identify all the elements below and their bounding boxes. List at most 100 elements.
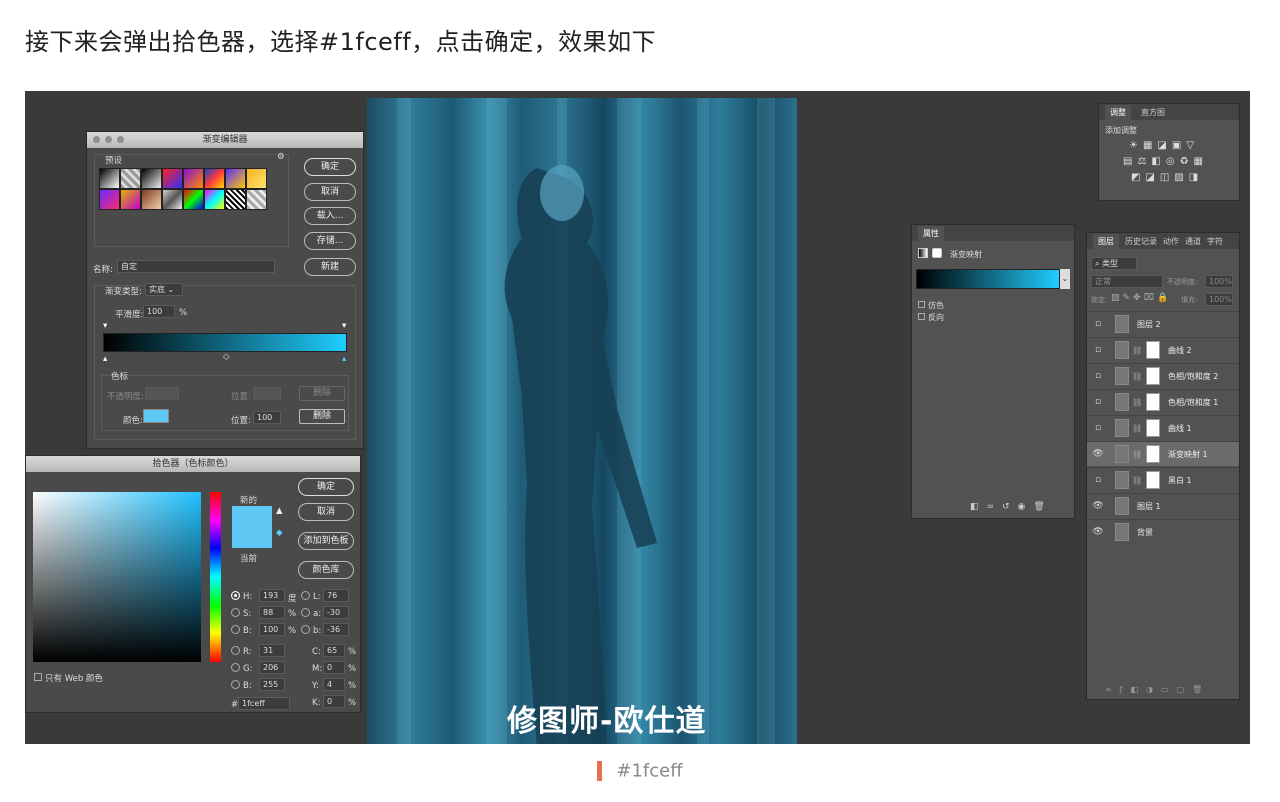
lab-b-field[interactable]: -36 <box>323 623 349 636</box>
link-icon[interactable]: ⛓ <box>1132 398 1140 407</box>
opacity-field[interactable]: 100% <box>1205 275 1233 288</box>
color-stop-right[interactable]: ▴ <box>342 354 346 364</box>
blue-field[interactable]: 255 <box>259 678 285 691</box>
c-field[interactable]: 65 <box>323 644 345 657</box>
picker-cancel-button[interactable]: 取消 <box>298 503 354 521</box>
lab-b-radio[interactable] <box>301 625 310 634</box>
hue-slider[interactable] <box>210 492 221 662</box>
layer-row[interactable]: ▫图层 2 <box>1087 311 1239 336</box>
mask-icon[interactable] <box>932 248 942 258</box>
window-controls[interactable] <box>93 136 124 143</box>
eye-hidden-icon[interactable]: ▫ <box>1087 319 1109 329</box>
color-libraries-button[interactable]: 颜色库 <box>298 561 354 579</box>
gradient-editor-titlebar[interactable]: 渐变编辑器 <box>87 132 363 148</box>
save-button[interactable]: 存储... <box>304 232 356 250</box>
hex-field[interactable]: 1fceff <box>238 697 290 710</box>
eye-icon[interactable]: 👁 <box>1087 449 1109 459</box>
link-icon[interactable]: ⛓ <box>1132 476 1140 485</box>
eye-icon[interactable]: 👁 <box>1087 501 1109 511</box>
l-field[interactable]: 76 <box>323 589 349 602</box>
blend-mode-select[interactable]: 正常 <box>1091 275 1163 288</box>
web-only-checkbox[interactable] <box>34 673 42 681</box>
s-radio[interactable] <box>231 608 240 617</box>
web-safe-icon[interactable]: ◆ <box>276 528 283 538</box>
gradient-map-picker[interactable] <box>916 269 1060 289</box>
dither-checkbox[interactable] <box>918 301 925 308</box>
r-radio[interactable] <box>231 646 240 655</box>
reverse-checkbox[interactable] <box>918 313 925 320</box>
y-field[interactable]: 4 <box>323 678 345 691</box>
g-field[interactable]: 206 <box>259 661 285 674</box>
link-icon[interactable]: ⛓ <box>1132 372 1140 381</box>
a-radio[interactable] <box>301 608 310 617</box>
layer-row[interactable]: ▫⛓黑白 1 <box>1087 467 1239 492</box>
link-icon[interactable]: ⛓ <box>1132 450 1140 459</box>
tab-history[interactable]: 历史记录 <box>1125 236 1157 247</box>
delete-color-stop-button[interactable]: 删除 <box>299 409 345 424</box>
smoothness-field[interactable]: 100 <box>143 305 175 318</box>
layer-mask-thumbnail[interactable] <box>1146 341 1160 359</box>
r-field[interactable]: 31 <box>259 644 285 657</box>
h-field[interactable]: 193 <box>259 589 285 602</box>
tab-layers[interactable]: 图层 <box>1093 234 1119 249</box>
tab-adjustments[interactable]: 调整 <box>1105 105 1131 120</box>
gear-icon[interactable]: ⚙ <box>277 152 285 162</box>
eye-hidden-icon[interactable]: ▫ <box>1087 371 1109 381</box>
load-button[interactable]: 载入... <box>304 207 356 225</box>
s-field[interactable]: 88 <box>259 606 285 619</box>
gradient-bar[interactable] <box>103 333 347 352</box>
eye-icon[interactable]: 👁 <box>1087 527 1109 537</box>
color-picker-titlebar[interactable]: 拾色器（色标颜色） <box>26 456 360 472</box>
b-field[interactable]: 100 <box>259 623 285 636</box>
l-radio[interactable] <box>301 591 310 600</box>
b-radio[interactable] <box>231 625 240 634</box>
k-field[interactable]: 0 <box>323 695 345 708</box>
link-icon[interactable]: ⛓ <box>1132 346 1140 355</box>
presets-grid[interactable] <box>99 168 267 214</box>
layer-row[interactable]: 👁背景 <box>1087 519 1239 544</box>
h-radio[interactable] <box>231 591 240 600</box>
eye-hidden-icon[interactable]: ▫ <box>1087 345 1109 355</box>
picker-ok-button[interactable]: 确定 <box>298 478 354 496</box>
tab-channels[interactable]: 通道 <box>1185 236 1201 247</box>
cancel-button[interactable]: 取消 <box>304 183 356 201</box>
a-field[interactable]: -30 <box>323 606 349 619</box>
opacity-stop-right[interactable]: ▾ <box>342 321 346 331</box>
type-select[interactable]: 实底 ⌄ <box>145 283 183 296</box>
fill-field[interactable]: 100% <box>1205 293 1233 306</box>
eye-hidden-icon[interactable]: ▫ <box>1087 397 1109 407</box>
opacity-stop-left[interactable]: ▾ <box>103 321 107 331</box>
add-to-swatches-button[interactable]: 添加到色板 <box>298 532 354 550</box>
stop-location-field[interactable]: 100 <box>253 411 281 424</box>
name-field[interactable]: 自定 <box>117 260 275 273</box>
tab-character[interactable]: 字符 <box>1207 236 1223 247</box>
saturation-brightness-field[interactable] <box>33 492 201 662</box>
eye-hidden-icon[interactable]: ▫ <box>1087 423 1109 433</box>
blue-radio[interactable] <box>231 680 240 689</box>
tab-actions[interactable]: 动作 <box>1163 236 1179 247</box>
layer-row[interactable]: ▫⛓曲线 1 <box>1087 415 1239 440</box>
layer-row[interactable]: 👁图层 1 <box>1087 493 1239 518</box>
new-button[interactable]: 新建 <box>304 258 356 276</box>
props-footer-icons[interactable]: ◧∞↺◉🗑 <box>970 502 1053 512</box>
stop-color-swatch[interactable] <box>143 409 169 423</box>
adjustment-icons-row3[interactable]: ◩◪◫▨◨ <box>1131 172 1203 183</box>
layer-mask-thumbnail[interactable] <box>1146 393 1160 411</box>
layer-row[interactable]: ▫⛓色相/饱和度 1 <box>1087 389 1239 414</box>
layers-footer-icons[interactable]: ∞ƒ◧◑▭▢🗑 <box>1105 685 1210 694</box>
layer-filter-select[interactable]: ⌕ 类型 <box>1091 257 1137 270</box>
lock-icons[interactable]: ▨✎✥⌧🔒 <box>1111 293 1171 303</box>
adjustment-icons-row2[interactable]: ▤⚖◧◎♻▦ <box>1123 156 1208 167</box>
midpoint-diamond[interactable]: ◇ <box>223 352 230 362</box>
chevron-down-icon[interactable]: ⌄ <box>1060 269 1070 289</box>
m-field[interactable]: 0 <box>323 661 345 674</box>
layer-mask-thumbnail[interactable] <box>1146 445 1160 463</box>
gamut-warning-icon[interactable]: ▲ <box>276 506 283 516</box>
tab-histogram[interactable]: 直方图 <box>1141 107 1165 118</box>
layer-mask-thumbnail[interactable] <box>1146 471 1160 489</box>
eye-hidden-icon[interactable]: ▫ <box>1087 475 1109 485</box>
layer-row[interactable]: 👁⛓渐变映射 1 <box>1087 441 1239 466</box>
ok-button[interactable]: 确定 <box>304 158 356 176</box>
color-stop-left[interactable]: ▴ <box>103 354 107 364</box>
adjustment-icons-row1[interactable]: ☀▦◪▣▽ <box>1129 140 1199 151</box>
